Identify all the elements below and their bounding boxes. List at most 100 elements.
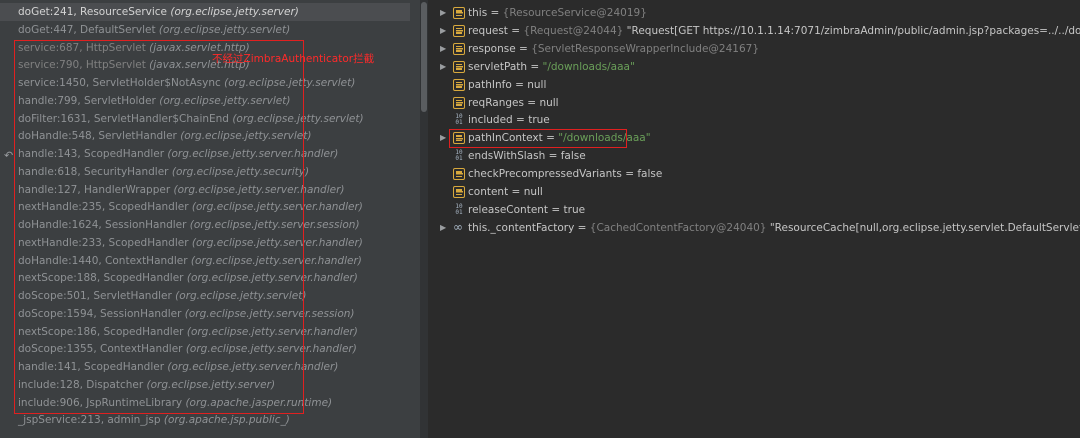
stack-frame[interactable]: doGet:241, ResourceService (org.eclipse.…	[0, 3, 410, 21]
variable-equals: =	[512, 114, 529, 127]
variable-row[interactable]: content = null	[428, 183, 1080, 201]
variable-equals: =	[548, 203, 564, 216]
frame-package: (org.eclipse.jetty.servlet)	[224, 77, 356, 89]
variable-value: "Request[GET https://10.1.1.14:7071/zimb…	[626, 24, 1080, 37]
frame-method: service:1450, ServletHolder$NotAsync	[18, 77, 225, 89]
frame-package: (org.eclipse.jetty.server.handler)	[167, 361, 339, 373]
frame-package: (org.eclipse.jetty.server.handler)	[185, 343, 357, 356]
stack-frame[interactable]: doScope:1594, SessionHandler (org.eclips…	[0, 305, 410, 323]
stack-frame[interactable]: nextScope:186, ScopedHandler (org.eclips…	[0, 323, 410, 341]
annotation-text: 不经过ZimbraAuthenticator拦截	[212, 53, 375, 65]
variable-text: included = true	[468, 111, 550, 129]
field-icon	[453, 132, 465, 145]
variable-equals: =	[523, 96, 540, 109]
variable-row[interactable]: pathInfo = null	[428, 76, 1080, 94]
variable-row[interactable]: 10 01 endsWithSlash = false	[428, 147, 1080, 165]
field-icon	[453, 42, 465, 55]
frame-package: (org.eclipse.jetty.servlet)	[180, 130, 312, 143]
variable-text: pathInfo = null	[468, 76, 546, 94]
variable-value: true	[563, 203, 586, 216]
frame-method: doGet:447, DefaultServlet	[18, 23, 159, 36]
variable-equals: =	[542, 132, 559, 145]
variable-text: response = {ServletResponseWrapperInclud…	[468, 40, 759, 58]
stack-frame[interactable]: _jspService:213, admin_jsp (org.apache.j…	[0, 411, 410, 429]
stack-frame[interactable]: doGet:447, DefaultServlet (org.eclipse.j…	[0, 21, 410, 39]
stack-frame[interactable]: doHandle:1440, ContextHandler (org.eclip…	[0, 252, 410, 270]
variable-name: included	[468, 114, 513, 127]
variable-row[interactable]: 10 01 releaseContent = true	[428, 201, 1080, 219]
stack-frame[interactable]: doHandle:1624, SessionHandler (org.eclip…	[0, 216, 410, 234]
variable-text: checkPrecompressedVariants = false	[468, 165, 662, 183]
variable-row[interactable]: ▶ servletPath = "/downloads/aaa"	[428, 58, 1080, 76]
frame-method: nextHandle:233, ScopedHandler	[18, 236, 192, 249]
frames-scrollbar-thumb[interactable]	[421, 2, 427, 112]
variable-name: checkPrecompressedVariants	[468, 168, 622, 181]
variable-row[interactable]: 10 01 included = true	[428, 111, 1080, 129]
stack-frame[interactable]: handle:799, ServletHolder (org.eclipse.j…	[0, 92, 410, 110]
frame-package: (org.apache.jsp.public_)	[163, 414, 290, 427]
frame-method: doHandle:1440, ContextHandler	[18, 254, 191, 267]
variable-row[interactable]: ▶ request = {Request@24044} "Request[GET …	[428, 22, 1080, 40]
variable-equals: =	[545, 150, 561, 163]
variable-row[interactable]: ▶ ∞ this._contentFactory = {CachedContentF…	[428, 219, 1080, 237]
frame-method: doHandle:548, ServletHandler	[18, 130, 181, 143]
frame-method: handle:618, SecurityHandler	[18, 165, 172, 178]
variable-row[interactable]: ▶ this = {ResourceService@24019}	[428, 4, 1080, 22]
stack-frame[interactable]: handle:618, SecurityHandler (org.eclipse…	[0, 163, 410, 181]
variable-value: false	[637, 168, 663, 181]
frame-package: (org.eclipse.jetty.server.handler)	[191, 236, 363, 249]
variable-value: null	[523, 186, 543, 198]
frame-method: handle:141, ScopedHandler	[18, 361, 168, 373]
variable-value: true	[528, 114, 550, 127]
variable-name: pathInContext	[468, 132, 543, 145]
variable-value: "/downloads/aaa"	[542, 60, 635, 73]
expand-arrow-icon[interactable]: ▶	[440, 219, 450, 237]
stack-frame[interactable]: handle:143, ScopedHandler (org.eclipse.j…	[0, 145, 410, 163]
stack-frame[interactable]: nextHandle:235, ScopedHandler (org.eclip…	[0, 198, 410, 216]
frame-method: doHandle:1624, SessionHandler	[18, 219, 190, 231]
field-icon	[453, 60, 465, 73]
primitive-icon: 10 01	[455, 149, 463, 163]
frame-method: include:906, JspRuntimeLibrary	[18, 396, 186, 409]
expand-arrow-icon[interactable]: ▶	[440, 40, 450, 58]
variable-equals: =	[507, 24, 524, 37]
stack-frame[interactable]: service:1450, ServletHolder$NotAsync (or…	[0, 74, 410, 92]
frame-method: nextHandle:235, ScopedHandler	[18, 201, 192, 214]
variable-row[interactable]: ▶ pathInContext = "/downloads/aaa"	[428, 129, 1080, 147]
expand-arrow-icon[interactable]: ▶	[440, 22, 450, 40]
stack-frame[interactable]: nextScope:188, ScopedHandler (org.eclips…	[0, 269, 410, 287]
stack-frame[interactable]: include:128, Dispatcher (org.eclipse.jet…	[0, 376, 410, 394]
frame-package: (org.eclipse.jetty.server)	[170, 6, 299, 18]
expand-arrow-icon[interactable]: ▶	[440, 4, 450, 22]
field-icon	[453, 168, 465, 181]
frame-method: handle:143, ScopedHandler	[18, 148, 168, 160]
variable-text: request = {Request@24044} "Request[GET h…	[468, 22, 1080, 40]
frame-method: nextScope:188, ScopedHandler	[18, 272, 187, 285]
variable-text: content = null	[468, 183, 543, 201]
variables-panel: ▶ this = {ResourceService@24019} ▶ request …	[428, 0, 1080, 438]
frame-package: (org.eclipse.jetty.servlet)	[175, 290, 307, 302]
frame-method: handle:799, ServletHolder	[18, 94, 160, 107]
stack-frame[interactable]: handle:141, ScopedHandler (org.eclipse.j…	[0, 358, 410, 376]
frame-package: (org.eclipse.jetty.server.handler)	[186, 325, 358, 338]
frame-package: (org.eclipse.jetty.server.handler)	[190, 254, 362, 267]
frame-package: (org.eclipse.jetty.server.session)	[184, 307, 355, 320]
variable-name: releaseContent	[468, 203, 549, 216]
stack-frame[interactable]: nextHandle:233, ScopedHandler (org.eclip…	[0, 234, 410, 252]
variable-text: this = {ResourceService@24019}	[468, 4, 647, 22]
expand-arrow-icon[interactable]: ▶	[440, 129, 450, 147]
stack-frame[interactable]: doScope:501, ServletHandler (org.eclipse…	[0, 287, 410, 305]
stack-frame[interactable]: handle:127, HandlerWrapper (org.eclipse.…	[0, 181, 410, 199]
variable-row[interactable]: reqRanges = null	[428, 94, 1080, 112]
stack-frame[interactable]: include:906, JspRuntimeLibrary (org.apac…	[0, 394, 410, 412]
stack-frame[interactable]: doHandle:548, ServletHandler (org.eclips…	[0, 127, 410, 145]
frame-package: (org.eclipse.jetty.servlet)	[158, 23, 291, 36]
variable-row[interactable]: ▶ response = {ServletResponseWrapperInclu…	[428, 40, 1080, 58]
stack-frame[interactable]: doFilter:1631, ServletHandler$ChainEnd (…	[0, 110, 410, 128]
frame-package: (org.apache.jasper.runtime)	[185, 396, 333, 409]
variable-row[interactable]: checkPrecompressedVariants = false	[428, 165, 1080, 183]
variable-value: null	[527, 78, 547, 91]
stack-frame[interactable]: doScope:1355, ContextHandler (org.eclips…	[0, 340, 410, 358]
expand-arrow-icon[interactable]: ▶	[440, 58, 450, 76]
watch-infinity-icon: ∞	[453, 219, 463, 234]
